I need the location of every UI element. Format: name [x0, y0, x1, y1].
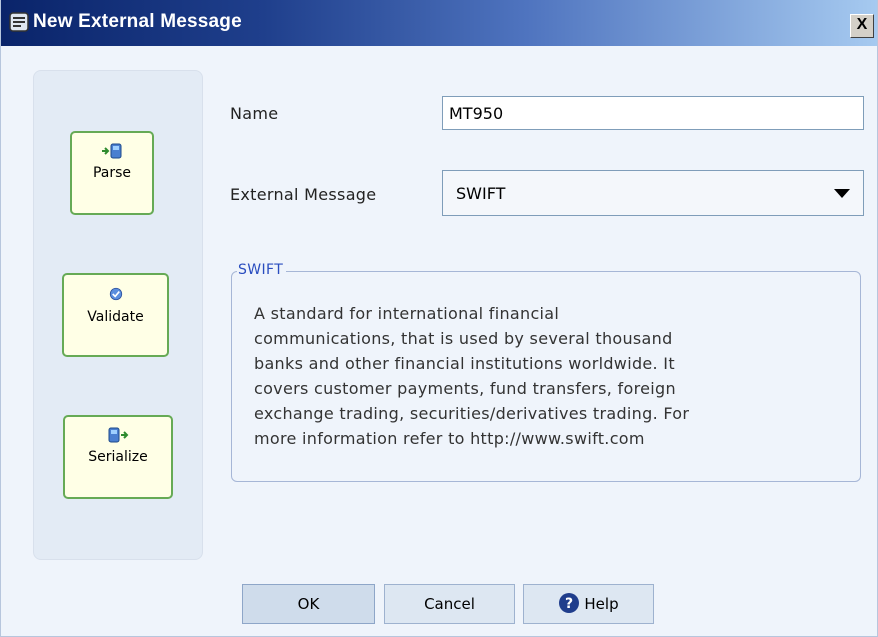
ok-button[interactable]: OK — [242, 584, 375, 624]
description-line: banks and other financial institutions w… — [254, 354, 675, 373]
chevron-down-icon[interactable] — [834, 189, 850, 198]
cancel-button[interactable]: Cancel — [384, 584, 515, 624]
serialize-button[interactable]: Serialize — [63, 415, 173, 499]
external-message-value: SWIFT — [456, 184, 506, 203]
help-question-icon: ? — [559, 593, 580, 613]
external-message-select[interactable]: SWIFT — [442, 170, 864, 216]
parse-label: Parse — [92, 165, 132, 181]
validate-check-icon — [109, 287, 122, 301]
serialize-label: Serialize — [88, 449, 148, 465]
description-line: more information refer to http://www.swi… — [254, 429, 645, 448]
close-icon: X — [856, 16, 868, 33]
description-legend: SWIFT — [237, 262, 287, 278]
external-message-label: External Message — [230, 185, 377, 204]
validate-label: Validate — [87, 309, 144, 325]
serialize-icon — [108, 427, 129, 443]
help-button[interactable]: ? Help — [523, 584, 654, 624]
dialog-title: New External Message — [33, 11, 242, 32]
description-line: exchange trading, securities/derivatives… — [254, 404, 690, 423]
name-label: Name — [230, 104, 279, 123]
title-bar[interactable]: New External Message X — [1, 0, 877, 46]
description-line: covers customer payments, fund transfers… — [254, 379, 676, 398]
dialog-window: New External Message X Parse Validate Se… — [0, 0, 878, 637]
cancel-label: Cancel — [424, 595, 475, 613]
validate-button[interactable]: Validate — [62, 273, 169, 357]
ok-label: OK — [297, 595, 320, 613]
close-button[interactable]: X — [850, 14, 874, 38]
message-app-icon — [9, 12, 29, 32]
svg-text:?: ? — [565, 596, 573, 612]
parse-icon — [102, 143, 122, 159]
description-text: A standard for international financial c… — [254, 301, 844, 451]
name-input[interactable] — [442, 96, 864, 130]
parse-button[interactable]: Parse — [70, 131, 154, 215]
description-line: communications, that is used by several … — [254, 329, 673, 348]
description-line: A standard for international financial — [254, 304, 560, 323]
help-label: Help — [584, 595, 619, 613]
